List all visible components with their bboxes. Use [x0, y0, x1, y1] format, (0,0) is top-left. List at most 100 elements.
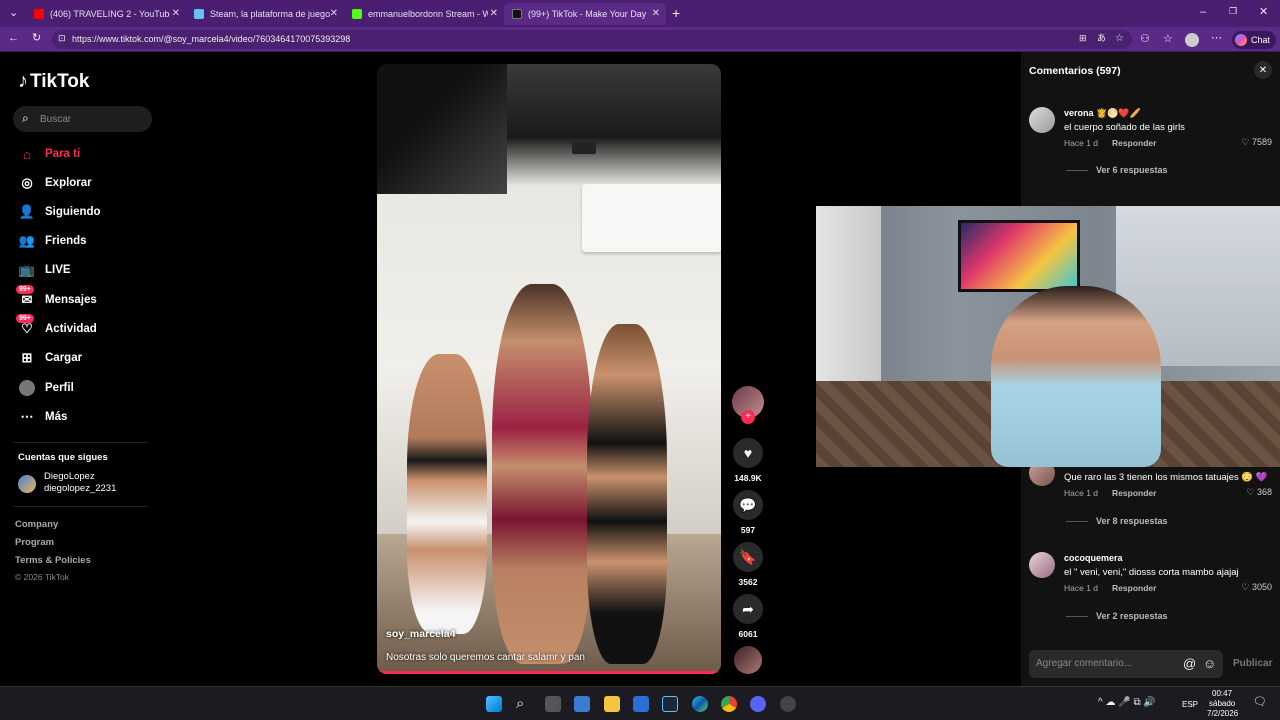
tab-steam[interactable]: Steam, la plataforma de juegos c ✕: [186, 3, 344, 25]
back-icon[interactable]: ←: [8, 33, 19, 44]
store-icon[interactable]: [633, 696, 649, 712]
nav-label: Para ti: [45, 148, 81, 160]
close-icon[interactable]: ✕: [1254, 61, 1272, 79]
menu-dots-icon[interactable]: ⋯: [1211, 33, 1222, 44]
emoji-icon[interactable]: ☺: [1203, 657, 1216, 670]
nav-friends[interactable]: 👥 Friends: [18, 231, 87, 251]
search-input[interactable]: ⌕ Buscar: [13, 106, 152, 132]
comment-like[interactable]: ♡ 7589: [1241, 137, 1272, 148]
discord-icon[interactable]: [750, 696, 766, 712]
favorite-star-icon[interactable]: ☆: [1115, 34, 1124, 44]
reply-button[interactable]: Responder: [1112, 138, 1156, 148]
video-player[interactable]: soy_marcela4 Nosotras solo queremos cant…: [377, 64, 721, 674]
tab-youtube[interactable]: (406) TRAVELING 2 - YouTube ✕: [26, 3, 186, 25]
clock-date[interactable]: 7/2/2026: [1207, 709, 1238, 718]
favorites-icon[interactable]: ☆: [1163, 34, 1173, 45]
dancer-right: [587, 324, 667, 664]
avatar[interactable]: [1029, 552, 1055, 578]
tab-kick[interactable]: emmanuelbordonn Stream - Watc ✕: [344, 3, 504, 25]
site-info-icon[interactable]: ⊡: [58, 34, 66, 43]
bookmark-icon: 🔖: [733, 542, 763, 572]
url-field[interactable]: ⊡ https://www.tiktok.com/@soy_marcela4/v…: [52, 30, 1132, 49]
clock-day[interactable]: sábado: [1209, 699, 1235, 708]
comment-like[interactable]: ♡ 3050: [1241, 582, 1272, 593]
nav-para-ti[interactable]: ⌂ Para ti: [18, 144, 80, 164]
close-icon[interactable]: ✕: [490, 8, 498, 19]
file-explorer-icon[interactable]: [604, 696, 620, 712]
follow-plus-icon[interactable]: +: [741, 410, 755, 424]
chrome-icon[interactable]: [721, 696, 737, 712]
footer-link-terms[interactable]: Terms & Policies: [15, 555, 91, 566]
following-title: Cuentas que sigues: [18, 452, 108, 463]
widgets-icon[interactable]: [574, 696, 590, 712]
task-view-icon[interactable]: [545, 696, 561, 712]
view-replies-button[interactable]: Ver 2 respuestas: [1066, 611, 1168, 621]
video-author[interactable]: soy_marcela4: [386, 628, 455, 640]
comment-meta: Hace 1 d Responder: [1064, 138, 1156, 148]
footer-link-company[interactable]: Company: [15, 519, 58, 530]
tab-tiktok[interactable]: (99+) TikTok - Make Your Day ✕: [504, 3, 666, 25]
nav-cargar[interactable]: ⊞ Cargar: [18, 348, 83, 368]
minimize-icon[interactable]: –: [1200, 7, 1206, 18]
close-icon[interactable]: ✕: [652, 8, 660, 19]
refresh-icon[interactable]: ↻: [32, 33, 41, 44]
author-avatar[interactable]: +: [731, 386, 765, 424]
view-replies-button[interactable]: Ver 8 respuestas: [1066, 516, 1168, 526]
search-icon[interactable]: ⌕: [516, 696, 524, 711]
reply-button[interactable]: Responder: [1112, 488, 1156, 498]
comment-button[interactable]: 💬 597: [731, 490, 765, 535]
tab-menu-icon[interactable]: ⌄: [9, 8, 18, 19]
reply-button[interactable]: Responder: [1112, 583, 1156, 593]
app-notification-icon[interactable]: [780, 696, 796, 712]
close-icon[interactable]: ✕: [172, 8, 180, 19]
notifications-icon[interactable]: 🗨: [1253, 697, 1267, 708]
nav-perfil[interactable]: Perfil: [18, 378, 74, 398]
steam-icon[interactable]: [662, 696, 678, 712]
nav-siguiendo[interactable]: 👤 Siguiendo: [18, 202, 101, 222]
close-icon[interactable]: ✕: [330, 8, 338, 19]
comment-like[interactable]: ♡ 368: [1246, 487, 1272, 498]
nav-live[interactable]: 📺 LIVE: [18, 260, 71, 280]
window-close-icon[interactable]: ✕: [1259, 7, 1268, 18]
comment-author[interactable]: verona 👸🌕❤️🥖: [1064, 108, 1141, 119]
start-icon[interactable]: [486, 696, 502, 712]
extensions-icon[interactable]: ⚇: [1140, 34, 1150, 45]
video-progress-bar[interactable]: [377, 671, 721, 674]
music-disc[interactable]: [731, 646, 765, 674]
comment-author[interactable]: cocoquemera: [1064, 553, 1123, 563]
tiktok-note-icon: ♪: [18, 70, 28, 92]
avatar[interactable]: [1185, 33, 1199, 47]
comment-input[interactable]: Agregar comentario... @ ☺: [1029, 650, 1223, 678]
tiktok-logo[interactable]: ♪ TikTok: [18, 70, 89, 93]
like-button[interactable]: ♥ 148.9K: [731, 438, 765, 483]
nav-mas[interactable]: ⋯ Más: [18, 407, 68, 427]
publish-button[interactable]: Publicar: [1233, 658, 1272, 669]
clock-time[interactable]: 00:47: [1212, 689, 1232, 698]
footer-link-program[interactable]: Program: [15, 537, 54, 548]
view-replies-button[interactable]: Ver 6 respuestas: [1066, 165, 1168, 175]
comment-author-name: verona: [1064, 108, 1094, 118]
save-button[interactable]: 🔖 3562: [731, 542, 765, 587]
translate-icon[interactable]: あ: [1097, 34, 1106, 43]
mention-icon[interactable]: @: [1183, 657, 1196, 670]
copilot-chat-button[interactable]: Chat: [1232, 31, 1276, 49]
language-indicator[interactable]: ESP: [1182, 700, 1198, 709]
avatar[interactable]: [1029, 107, 1055, 133]
app-icon[interactable]: ⊞: [1079, 34, 1087, 43]
edge-icon[interactable]: [692, 696, 708, 712]
share-button[interactable]: ➦ 6061: [731, 594, 765, 639]
profile-icon: [18, 379, 36, 397]
nav-mensajes[interactable]: ✉ 99+ Mensajes: [16, 285, 97, 310]
new-tab-icon[interactable]: +: [672, 6, 680, 20]
home-icon: ⌂: [23, 146, 31, 162]
badge: 99+: [16, 285, 34, 294]
system-tray-icons[interactable]: ^ ☁ 🎤 ⧉ 🔊: [1098, 698, 1156, 708]
copyright: © 2026 TikTok: [15, 572, 69, 582]
following-account[interactable]: DiegoLopez diegolopez_2231: [18, 471, 148, 497]
nav-label: Explorar: [45, 177, 92, 189]
kick-icon: [352, 9, 362, 19]
restore-icon[interactable]: ❐: [1229, 7, 1237, 16]
comment-text: el " veni, veni," diosss corta mambo aja…: [1064, 567, 1239, 578]
nav-explorar[interactable]: ◎ Explorar: [18, 173, 92, 193]
nav-actividad[interactable]: ♡ 99+ Actividad: [16, 314, 97, 339]
